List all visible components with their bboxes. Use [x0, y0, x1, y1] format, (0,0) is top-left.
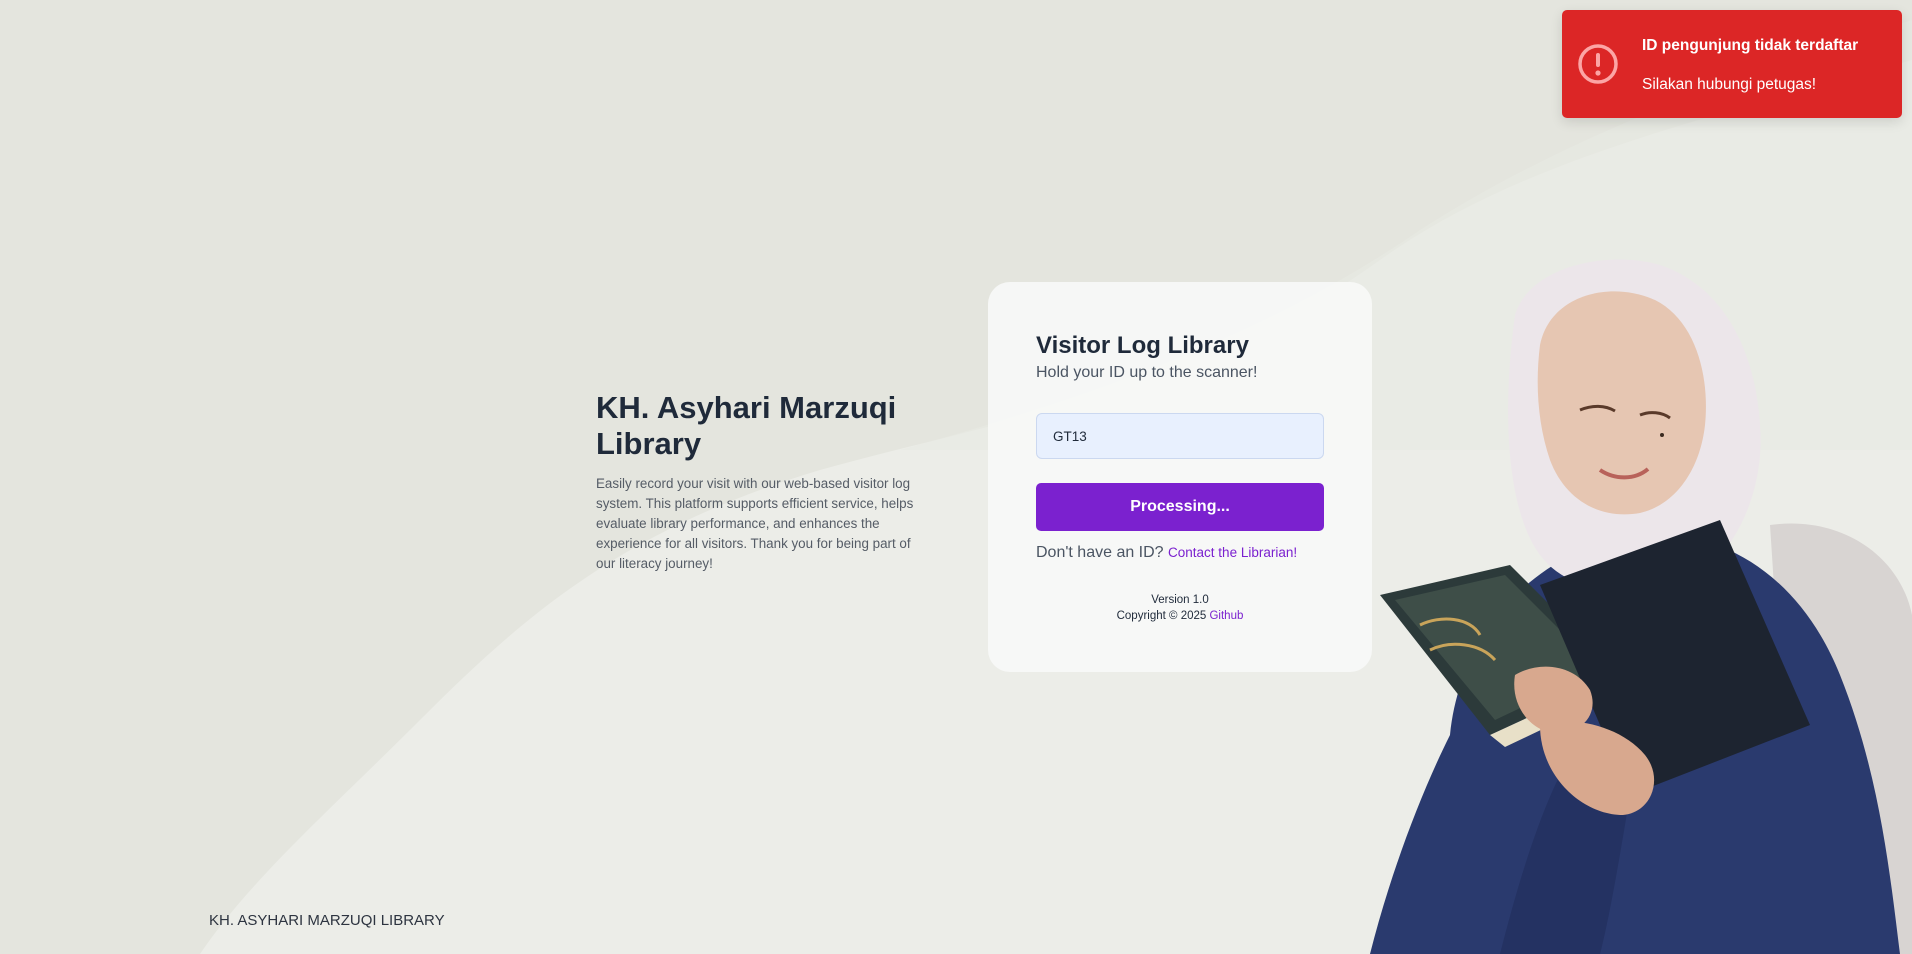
- library-description: Easily record your visit with our web-ba…: [596, 476, 914, 571]
- library-intro: KH. Asyhari Marzuqi Library Easily recor…: [596, 390, 916, 574]
- card-title: Visitor Log Library: [1036, 332, 1249, 359]
- copyright-text: Copyright © 2025: [1116, 610, 1207, 622]
- toast-title: ID pengunjung tidak terdaftar: [1642, 37, 1859, 54]
- exclamation-circle-icon: [1578, 44, 1618, 84]
- card-subtitle: Hold your ID up to the scanner!: [1036, 364, 1258, 381]
- student-reading-illustration: [1370, 259, 1912, 954]
- library-title: KH. Asyhari Marzuqi Library: [596, 390, 897, 461]
- visitor-id-input[interactable]: [1036, 413, 1324, 459]
- help-prefix: Don't have an ID?: [1036, 544, 1164, 561]
- toast-message: Silakan hubungi petugas!: [1642, 76, 1817, 93]
- footer-brand: KH. ASYHARI MARZUQI LIBRARY: [209, 912, 445, 929]
- copyright-line: Copyright © 2025 Github: [1036, 608, 1324, 624]
- help-line: Don't have an ID? Contact the Librarian!: [1036, 543, 1324, 563]
- contact-librarian-link[interactable]: Contact the Librarian!: [1168, 545, 1297, 560]
- version-text: Version 1.0: [1151, 594, 1209, 606]
- card-footer: Version 1.0 Copyright © 2025 Github: [1036, 592, 1324, 624]
- error-toast[interactable]: ID pengunjung tidak terdaftar Silakan hu…: [1562, 10, 1902, 118]
- visitor-log-card: Visitor Log Library Hold your ID up to t…: [988, 282, 1372, 672]
- github-link[interactable]: Github: [1209, 610, 1243, 622]
- submit-button[interactable]: Processing...: [1036, 483, 1324, 531]
